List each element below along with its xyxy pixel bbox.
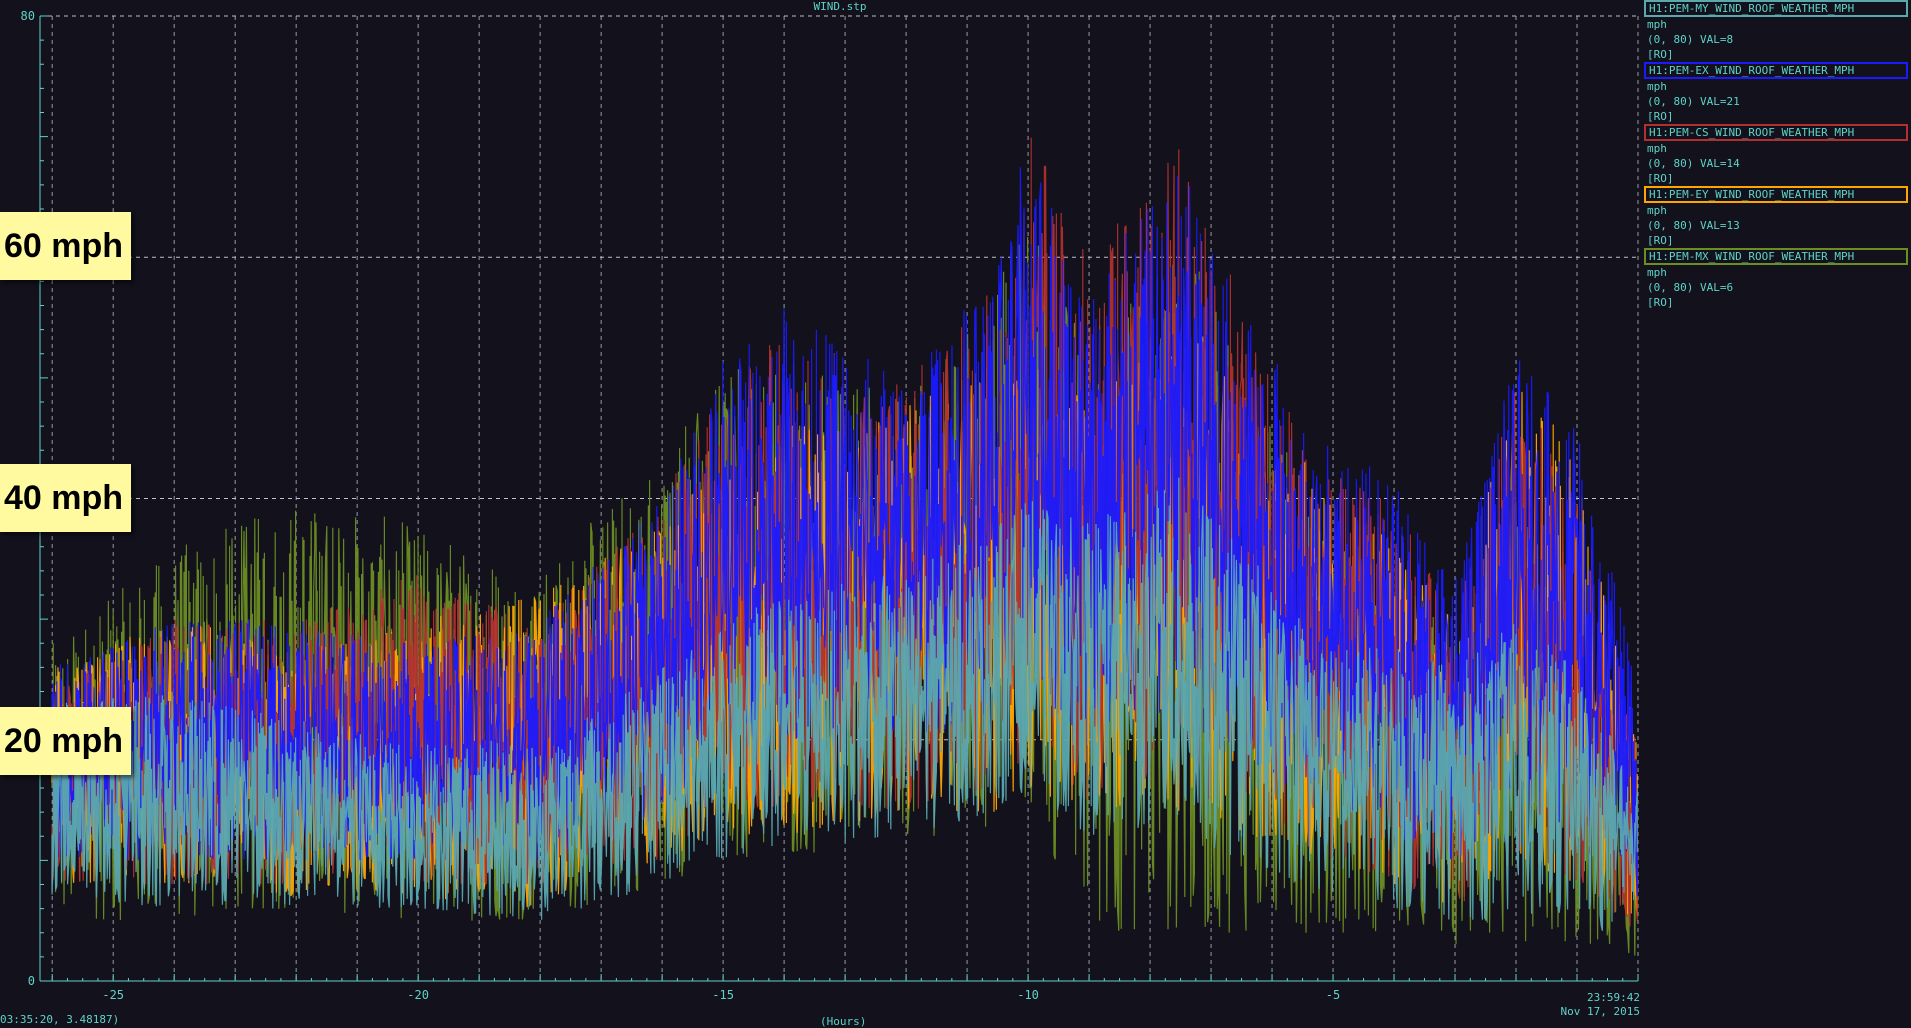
annotation-60-mph: 60 mph: [0, 212, 132, 280]
legend-ro: [RO]: [1647, 234, 1674, 247]
legend: H1:PEM-MY_WIND_ROOF_WEATHER_MPH mph (0, 80…: [1644, 0, 1908, 310]
legend-ro: [RO]: [1647, 48, 1674, 61]
x-tick-label: -25: [102, 988, 124, 1002]
legend-range-val: (0, 80) VAL=14: [1647, 157, 1740, 170]
legend-units: mph: [1647, 204, 1667, 217]
legend-range-val: (0, 80) VAL=8: [1647, 33, 1734, 46]
legend-entry[interactable]: H1:PEM-MX_WIND_ROOF_WEATHER_MPH mph (0, 80…: [1644, 248, 1908, 310]
plot-area: 0 80 -25 -20 -15 -10 -5: [21, 9, 1639, 1002]
legend-units: mph: [1647, 80, 1667, 93]
cursor-readout: 03:35:20, 3.48187): [0, 1013, 120, 1026]
legend-entry[interactable]: H1:PEM-EX_WIND_ROOF_WEATHER_MPH mph (0, 80…: [1644, 62, 1908, 124]
legend-range-val: (0, 80) VAL=6: [1647, 281, 1734, 294]
end-date: Nov 17, 2015: [1560, 1005, 1640, 1018]
x-tick-label: -10: [1017, 988, 1039, 1002]
legend-range-val: (0, 80) VAL=13: [1647, 219, 1740, 232]
y-tick-label: 80: [21, 9, 35, 23]
x-tick-label: -5: [1326, 988, 1340, 1002]
annotation-40-mph: 40 mph: [0, 464, 132, 532]
legend-units: mph: [1647, 18, 1667, 31]
legend-entry[interactable]: H1:PEM-CS_WIND_ROOF_WEATHER_MPH mph (0, 80…: [1644, 124, 1908, 186]
legend-units: mph: [1647, 142, 1667, 155]
x-tick-label: -20: [407, 988, 429, 1002]
legend-ro: [RO]: [1647, 296, 1674, 309]
x-axis-units: (Hours): [820, 1015, 867, 1028]
x-tick-label: -15: [712, 988, 734, 1002]
series-traces: [51, 137, 1638, 956]
legend-entry[interactable]: H1:PEM-EY_WIND_ROOF_WEATHER_MPH mph (0, 80…: [1644, 186, 1908, 248]
end-time: 23:59:42: [1587, 991, 1640, 1004]
legend-channel-name: H1:PEM-EY_WIND_ROOF_WEATHER_MPH: [1644, 186, 1908, 203]
end-time-block: 23:59:42 Nov 17, 2015: [1561, 991, 1640, 1019]
legend-units: mph: [1647, 266, 1667, 279]
legend-entry[interactable]: H1:PEM-MY_WIND_ROOF_WEATHER_MPH mph (0, 80…: [1644, 0, 1908, 62]
legend-channel-name: H1:PEM-MX_WIND_ROOF_WEATHER_MPH: [1644, 248, 1908, 265]
legend-range-val: (0, 80) VAL=21: [1647, 95, 1740, 108]
y-tick-label: 0: [28, 974, 35, 988]
legend-channel-name: H1:PEM-CS_WIND_ROOF_WEATHER_MPH: [1644, 124, 1908, 141]
annotation-20-mph: 20 mph: [0, 707, 132, 775]
legend-channel-name: H1:PEM-MY_WIND_ROOF_WEATHER_MPH: [1644, 0, 1908, 17]
legend-ro: [RO]: [1647, 172, 1674, 185]
legend-ro: [RO]: [1647, 110, 1674, 123]
chart-title: WIND.stp: [813, 0, 867, 13]
legend-channel-name: H1:PEM-EX_WIND_ROOF_WEATHER_MPH: [1644, 62, 1908, 79]
